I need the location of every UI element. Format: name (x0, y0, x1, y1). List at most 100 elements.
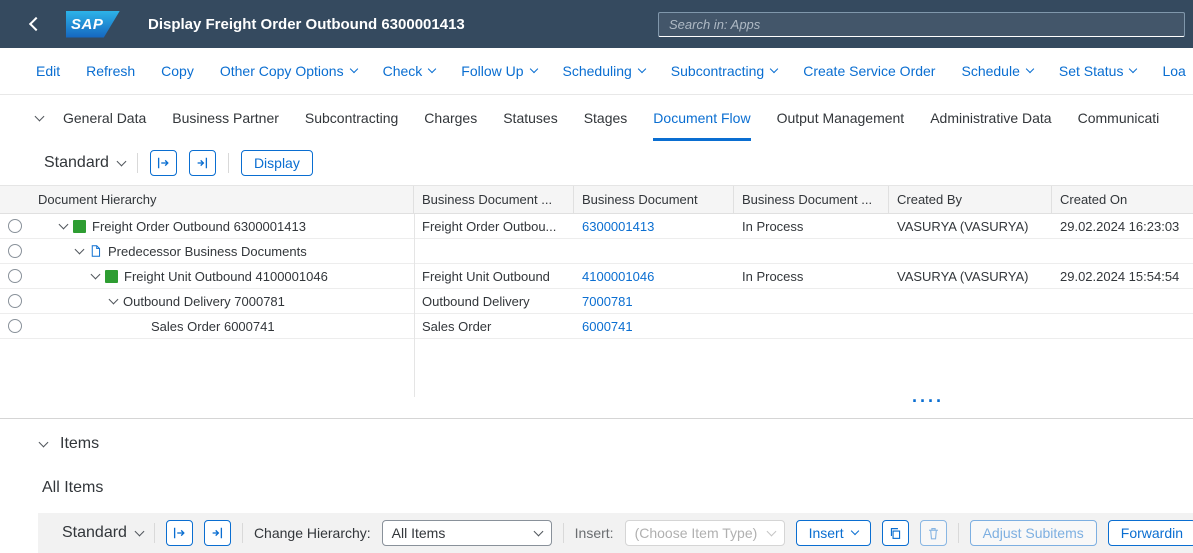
col-document-hierarchy[interactable]: Document Hierarchy (30, 186, 414, 213)
tab-subcontracting[interactable]: Subcontracting (305, 95, 398, 141)
hierarchy-label: Predecessor Business Documents (108, 244, 307, 259)
items-collapse-all-button[interactable] (204, 520, 231, 546)
business-doc-type-cell: Sales Order (414, 319, 574, 334)
hierarchy-label: Freight Order Outbound 6300001413 (92, 219, 306, 234)
action-scheduling[interactable]: Scheduling (563, 63, 645, 79)
expand-all-button[interactable] (150, 150, 177, 176)
forwarding-button-label: Forwardin (1121, 525, 1183, 541)
freight-unit-status-icon (105, 270, 118, 283)
col-created-on[interactable]: Created On (1052, 186, 1193, 213)
action-refresh[interactable]: Refresh (86, 63, 135, 79)
hierarchy-label: Freight Unit Outbound 4100001046 (124, 269, 328, 284)
adjust-subitems-label: Adjust Subitems (983, 525, 1084, 541)
chevron-down-icon (428, 65, 436, 73)
business-doc-type-cell: Outbound Delivery (414, 294, 574, 309)
business-doc-number-link[interactable]: 7000781 (574, 294, 734, 309)
table-row[interactable]: Predecessor Business Documents (0, 239, 1193, 264)
table-row[interactable]: Sales Order 6000741 Sales Order 6000741 (0, 314, 1193, 339)
items-toolbar: Standard Change Hierarchy: All Items Ins… (38, 513, 1193, 553)
action-edit[interactable]: Edit (36, 63, 60, 79)
toolbar-separator (228, 153, 229, 173)
tab-statuses[interactable]: Statuses (503, 95, 557, 141)
header-collapse-button[interactable] (36, 95, 43, 141)
display-button[interactable]: Display (241, 150, 313, 176)
table-row[interactable]: Freight Unit Outbound 4100001046 Freight… (0, 264, 1193, 289)
tab-document-flow[interactable]: Document Flow (653, 95, 750, 141)
row-selector-radio[interactable] (8, 219, 22, 233)
chevron-down-icon (529, 65, 537, 73)
hierarchy-select[interactable]: All Items (382, 520, 552, 546)
table-row[interactable]: Outbound Delivery 7000781 Outbound Deliv… (0, 289, 1193, 314)
action-other-copy-options[interactable]: Other Copy Options (220, 63, 357, 79)
tab-output-management[interactable]: Output Management (777, 95, 905, 141)
document-flow-toolbar: Standard Display (0, 141, 1193, 185)
action-load[interactable]: Loa (1162, 63, 1185, 79)
search-input[interactable] (658, 12, 1185, 37)
column-divider (414, 214, 415, 397)
items-section-header: Items (0, 419, 1193, 461)
collapse-all-button[interactable] (189, 150, 216, 176)
sap-logo[interactable]: SAP (66, 11, 120, 38)
chevron-down-icon (1129, 65, 1137, 73)
view-selector[interactable]: Standard (44, 154, 125, 172)
chevron-down-icon (533, 526, 543, 536)
copy-item-button[interactable] (882, 520, 909, 546)
insert-button[interactable]: Insert (796, 520, 871, 546)
splitter-grip-handle[interactable]: ···· (912, 391, 944, 412)
tab-business-partner[interactable]: Business Partner (172, 95, 279, 141)
tab-charges[interactable]: Charges (424, 95, 477, 141)
created-on-cell: 29.02.2024 15:54:54 (1052, 269, 1193, 284)
action-check[interactable]: Check (383, 63, 436, 79)
action-schedule[interactable]: Schedule (961, 63, 1032, 79)
col-created-by[interactable]: Created By (889, 186, 1052, 213)
tree-collapse-icon[interactable] (59, 219, 69, 229)
all-items-heading: All Items (0, 479, 1193, 497)
row-selector-radio[interactable] (8, 319, 22, 333)
chevron-down-icon (116, 156, 126, 166)
section-collapse-icon[interactable] (39, 437, 49, 447)
items-expand-all-button[interactable] (166, 520, 193, 546)
business-doc-type-cell: Freight Order Outbou... (414, 219, 574, 234)
display-button-label: Display (254, 155, 300, 171)
action-set-status[interactable]: Set Status (1059, 63, 1137, 79)
action-label: Subcontracting (671, 63, 764, 79)
tree-collapse-icon[interactable] (91, 269, 101, 279)
col-business-document-status[interactable]: Business Document ... (734, 186, 889, 213)
action-label: Scheduling (563, 63, 632, 79)
tab-general-data[interactable]: General Data (63, 95, 146, 141)
business-doc-number-link[interactable]: 4100001046 (574, 269, 734, 284)
toolbar-separator (958, 523, 959, 543)
predecessor-document-icon (89, 244, 102, 258)
item-type-select-value: (Choose Item Type) (635, 525, 758, 541)
tree-collapse-icon[interactable] (109, 294, 119, 304)
items-view-selector-label: Standard (62, 524, 127, 542)
col-business-document-type[interactable]: Business Document ... (414, 186, 574, 213)
sap-logo-text: SAP (66, 16, 103, 33)
tab-stages[interactable]: Stages (584, 95, 628, 141)
select-all-column (0, 186, 30, 213)
row-selector-radio[interactable] (8, 244, 22, 258)
col-business-document[interactable]: Business Document (574, 186, 734, 213)
business-doc-number-link[interactable]: 6000741 (574, 319, 734, 334)
tab-communication[interactable]: Communicati (1078, 95, 1160, 141)
action-subcontracting[interactable]: Subcontracting (671, 63, 777, 79)
forwarding-button[interactable]: Forwardin (1108, 520, 1193, 546)
freight-order-status-icon (73, 220, 86, 233)
delete-item-button[interactable] (920, 520, 947, 546)
tab-administrative-data[interactable]: Administrative Data (930, 95, 1051, 141)
tree-collapse-icon[interactable] (75, 244, 85, 254)
adjust-subitems-button[interactable]: Adjust Subitems (970, 520, 1097, 546)
back-button[interactable] (16, 6, 52, 42)
shell-header: SAP Display Freight Order Outbound 63000… (0, 0, 1193, 48)
table-row[interactable]: Freight Order Outbound 6300001413 Freigh… (0, 214, 1193, 239)
action-copy[interactable]: Copy (161, 63, 194, 79)
action-create-service-order[interactable]: Create Service Order (803, 63, 935, 79)
items-section-title: Items (60, 435, 99, 453)
chevron-down-icon (134, 526, 144, 536)
items-view-selector[interactable]: Standard (62, 524, 143, 542)
expand-all-icon (156, 156, 170, 170)
row-selector-radio[interactable] (8, 269, 22, 283)
row-selector-radio[interactable] (8, 294, 22, 308)
business-doc-number-link[interactable]: 6300001413 (574, 219, 734, 234)
action-follow-up[interactable]: Follow Up (461, 63, 536, 79)
